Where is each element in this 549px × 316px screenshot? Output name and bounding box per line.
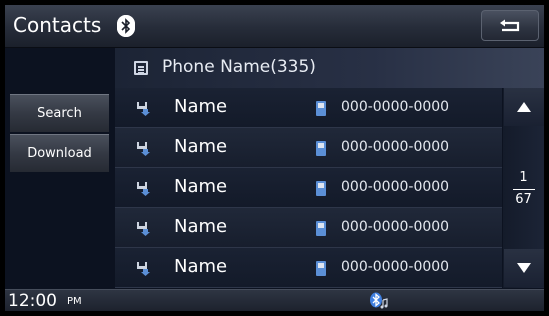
- contact-name: Name: [174, 96, 228, 117]
- clock-time: 12:00: [8, 291, 57, 311]
- contact-row[interactable]: Name 000-0000-0000: [115, 248, 502, 288]
- contact-download-icon: [137, 142, 150, 156]
- bluetooth-audio-icon: [370, 292, 388, 309]
- contact-row[interactable]: Name 000-0000-0000: [115, 128, 502, 168]
- contact-row[interactable]: Name 000-0000-0000: [115, 208, 502, 248]
- contact-download-icon: [137, 102, 150, 116]
- phonebook-label: Phone Name(335): [162, 57, 316, 77]
- mobile-phone-icon: [316, 101, 326, 116]
- contact-row[interactable]: Name 000-0000-0000: [115, 168, 502, 208]
- contact-number: 000-0000-0000: [341, 219, 450, 235]
- page-divider: [513, 189, 535, 190]
- contact-name: Name: [174, 256, 228, 277]
- triangle-down-icon: [517, 263, 531, 273]
- triangle-up-icon: [517, 102, 531, 112]
- contacts-screen: Contacts Phone Name(335) Search Download…: [5, 5, 544, 311]
- download-button[interactable]: Download: [10, 134, 109, 172]
- search-button[interactable]: Search: [10, 94, 109, 132]
- phonebook-header: Phone Name(335): [115, 48, 544, 88]
- mobile-phone-icon: [316, 261, 326, 276]
- page-total: 67: [515, 192, 532, 207]
- contact-number: 000-0000-0000: [341, 259, 450, 275]
- contact-number: 000-0000-0000: [341, 179, 450, 195]
- contact-name: Name: [174, 136, 228, 157]
- contact-download-icon: [137, 222, 150, 236]
- contact-list: Name 000-0000-0000 Name 000-0000-0000 Na…: [115, 88, 502, 288]
- phonebook-icon: [134, 61, 148, 75]
- mobile-phone-icon: [316, 181, 326, 196]
- contact-name: Name: [174, 216, 228, 237]
- contact-name: Name: [174, 176, 228, 197]
- contact-row[interactable]: Name 000-0000-0000: [115, 88, 502, 128]
- side-menu: Search Download: [5, 88, 109, 311]
- contact-download-icon: [137, 262, 150, 276]
- bluetooth-icon: [117, 15, 135, 37]
- list-scrollbar: 1 67: [503, 88, 544, 288]
- contact-number: 000-0000-0000: [341, 99, 450, 115]
- page-title: Contacts: [13, 13, 102, 37]
- back-arrow-icon: [500, 19, 520, 32]
- status-bar: 12:00 PM: [5, 289, 544, 311]
- mobile-phone-icon: [316, 221, 326, 236]
- contact-download-icon: [137, 182, 150, 196]
- back-button[interactable]: [481, 10, 539, 41]
- contact-number: 000-0000-0000: [341, 139, 450, 155]
- mobile-phone-icon: [316, 141, 326, 156]
- page-current: 1: [519, 170, 528, 185]
- header-bar: Contacts: [5, 5, 544, 48]
- clock-ampm: PM: [67, 296, 82, 307]
- scroll-up-button[interactable]: [504, 88, 544, 126]
- scroll-down-button[interactable]: [504, 249, 544, 287]
